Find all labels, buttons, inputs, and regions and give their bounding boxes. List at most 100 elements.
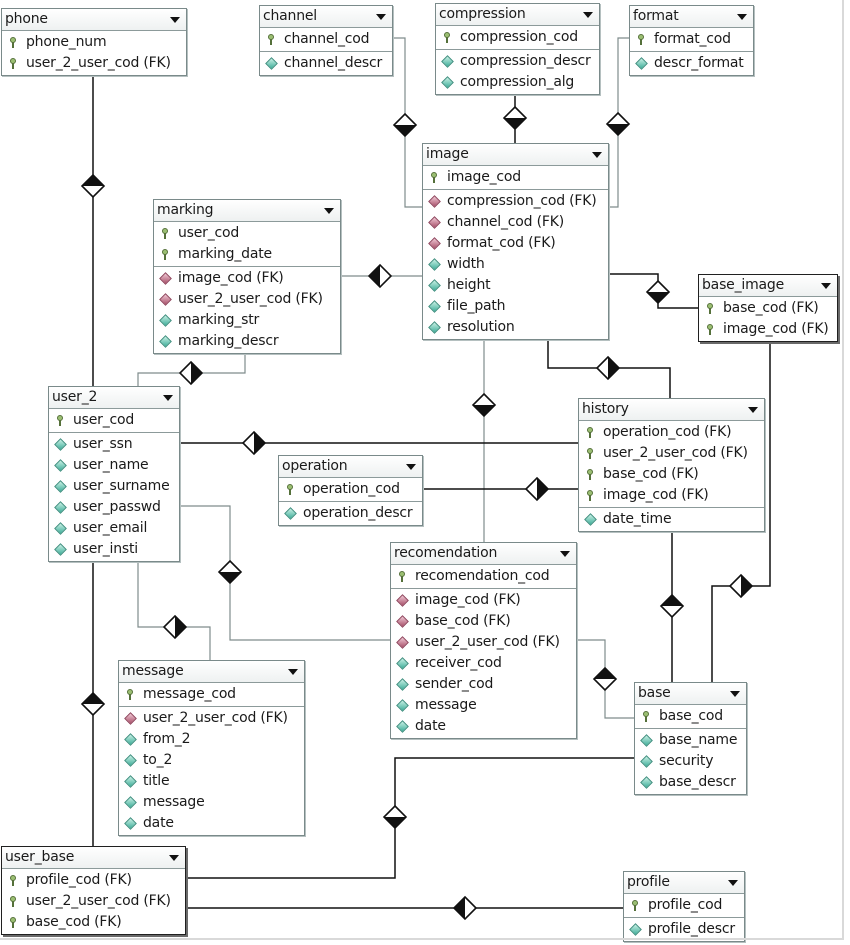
attribute-row[interactable]: date_time	[579, 509, 764, 530]
entity-operation[interactable]: operation operation_cod operation_descr	[278, 455, 423, 526]
entity-base[interactable]: base base_cod base_name security base_descr	[634, 682, 747, 795]
dropdown-arrow-icon[interactable]	[737, 14, 747, 20]
entity-header[interactable]: format	[630, 6, 753, 28]
attribute-row[interactable]: marking_str	[154, 310, 340, 331]
dropdown-arrow-icon[interactable]	[748, 407, 758, 413]
attribute-row[interactable]: user_email	[49, 518, 179, 539]
attribute-row[interactable]: channel_cod (FK)	[423, 212, 608, 233]
attribute-row[interactable]: base_cod (FK)	[579, 464, 764, 485]
attribute-row[interactable]: image_cod (FK)	[391, 590, 576, 611]
entity-compression[interactable]: compression compression_cod compression_de…	[435, 3, 600, 95]
entity-header[interactable]: user_2	[49, 387, 179, 409]
entity-header[interactable]: base	[635, 683, 746, 705]
attribute-row[interactable]: base_cod (FK)	[391, 611, 576, 632]
attribute-row[interactable]: security	[635, 751, 746, 772]
attribute-row[interactable]: compression_alg	[436, 72, 599, 93]
dropdown-arrow-icon[interactable]	[169, 855, 179, 861]
attribute-row[interactable]: compression_cod (FK)	[423, 191, 608, 212]
attribute-row[interactable]: format_cod (FK)	[423, 233, 608, 254]
attribute-row[interactable]: profile_cod (FK)	[2, 870, 185, 891]
dropdown-arrow-icon[interactable]	[728, 880, 738, 886]
dropdown-arrow-icon[interactable]	[560, 551, 570, 557]
attribute-row[interactable]: compression_cod	[436, 27, 599, 48]
attribute-row[interactable]: receiver_cod	[391, 653, 576, 674]
entity-header[interactable]: channel	[260, 6, 392, 28]
attribute-row[interactable]: marking_date	[154, 244, 340, 265]
attribute-row[interactable]: compression_descr	[436, 51, 599, 72]
entity-message[interactable]: message message_cod user_2_user_cod (FK) fr…	[118, 660, 305, 836]
attribute-row[interactable]: user_cod	[49, 410, 179, 431]
entity-header[interactable]: compression	[436, 4, 599, 26]
entity-header[interactable]: marking	[154, 200, 340, 222]
entity-profile[interactable]: profile profile_cod profile_descr	[623, 871, 745, 942]
attribute-row[interactable]: sender_cod	[391, 674, 576, 695]
attribute-row[interactable]: user_insti	[49, 539, 179, 560]
attribute-row[interactable]: recomendation_cod	[391, 566, 576, 587]
dropdown-arrow-icon[interactable]	[406, 464, 416, 470]
attribute-row[interactable]: user_2_user_cod (FK)	[579, 443, 764, 464]
entity-recomendation[interactable]: recomendation recomendation_cod image_cod …	[390, 542, 577, 739]
entity-header[interactable]: profile	[624, 872, 744, 894]
attribute-row[interactable]: user_2_user_cod (FK)	[391, 632, 576, 653]
attribute-row[interactable]: image_cod	[423, 167, 608, 188]
attribute-row[interactable]: date	[119, 813, 304, 834]
attribute-row[interactable]: user_passwd	[49, 497, 179, 518]
entity-channel[interactable]: channel channel_cod channel_descr	[259, 5, 393, 76]
entity-history[interactable]: history operation_cod (FK) user_2_user_cod…	[578, 398, 765, 532]
dropdown-arrow-icon[interactable]	[376, 14, 386, 20]
attribute-row[interactable]: base_cod	[635, 706, 746, 727]
attribute-row[interactable]: user_2_user_cod (FK)	[2, 53, 186, 74]
attribute-row[interactable]: channel_cod	[260, 29, 392, 50]
attribute-row[interactable]: marking_descr	[154, 331, 340, 352]
attribute-row[interactable]: user_2_user_cod (FK)	[2, 891, 185, 912]
entity-header[interactable]: image	[423, 144, 608, 166]
attribute-row[interactable]: operation_descr	[279, 503, 422, 524]
attribute-row[interactable]: message_cod	[119, 684, 304, 705]
attribute-row[interactable]: phone_num	[2, 32, 186, 53]
attribute-row[interactable]: to_2	[119, 750, 304, 771]
entity-user-base[interactable]: user_base profile_cod (FK) user_2_user_cod…	[1, 846, 186, 935]
attribute-row[interactable]: image_cod (FK)	[699, 319, 837, 340]
attribute-row[interactable]: base_cod (FK)	[699, 298, 837, 319]
attribute-row[interactable]: date	[391, 716, 576, 737]
entity-format[interactable]: format format_cod descr_format	[629, 5, 754, 76]
attribute-row[interactable]: file_path	[423, 296, 608, 317]
attribute-row[interactable]: resolution	[423, 317, 608, 338]
attribute-row[interactable]: base_cod (FK)	[2, 912, 185, 933]
dropdown-arrow-icon[interactable]	[583, 12, 593, 18]
attribute-row[interactable]: image_cod (FK)	[579, 485, 764, 506]
attribute-row[interactable]: from_2	[119, 729, 304, 750]
attribute-row[interactable]: base_descr	[635, 772, 746, 793]
attribute-row[interactable]: profile_descr	[624, 919, 744, 940]
entity-base-image[interactable]: base_image base_cod (FK) image_cod (FK)	[698, 274, 838, 342]
attribute-row[interactable]: message	[119, 792, 304, 813]
entity-image[interactable]: image image_cod compression_cod (FK) channe…	[422, 143, 609, 340]
attribute-row[interactable]: user_name	[49, 455, 179, 476]
entity-user-2[interactable]: user_2 user_cod user_ssn user_name user_surn…	[48, 386, 180, 562]
dropdown-arrow-icon[interactable]	[324, 208, 334, 214]
attribute-row[interactable]: base_name	[635, 730, 746, 751]
entity-marking[interactable]: marking user_cod marking_date image_cod (FK…	[153, 199, 341, 354]
attribute-row[interactable]: profile_cod	[624, 895, 744, 916]
attribute-row[interactable]: operation_cod (FK)	[579, 422, 764, 443]
dropdown-arrow-icon[interactable]	[821, 283, 831, 289]
attribute-row[interactable]: format_cod	[630, 29, 753, 50]
attribute-row[interactable]: title	[119, 771, 304, 792]
dropdown-arrow-icon[interactable]	[730, 691, 740, 697]
entity-header[interactable]: phone	[2, 9, 186, 31]
entity-header[interactable]: history	[579, 399, 764, 421]
dropdown-arrow-icon[interactable]	[288, 669, 298, 675]
entity-header[interactable]: recomendation	[391, 543, 576, 565]
dropdown-arrow-icon[interactable]	[170, 17, 180, 23]
relationship-line[interactable]	[137, 558, 211, 660]
attribute-row[interactable]: descr_format	[630, 53, 753, 74]
entity-header[interactable]: base_image	[699, 275, 837, 297]
attribute-row[interactable]: user_surname	[49, 476, 179, 497]
attribute-row[interactable]: channel_descr	[260, 53, 392, 74]
relationship-line[interactable]	[178, 505, 390, 641]
attribute-row[interactable]: user_cod	[154, 223, 340, 244]
attribute-row[interactable]: operation_cod	[279, 479, 422, 500]
entity-header[interactable]: user_base	[2, 847, 185, 869]
attribute-row[interactable]: width	[423, 254, 608, 275]
attribute-row[interactable]: image_cod (FK)	[154, 268, 340, 289]
